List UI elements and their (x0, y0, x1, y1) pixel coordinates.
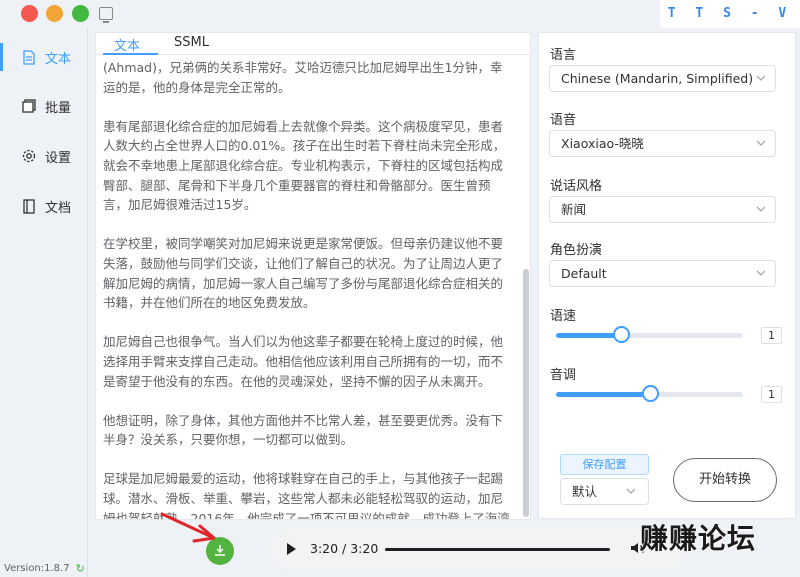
rate-input[interactable]: 1 (761, 327, 782, 344)
red-arrow-annotation (160, 512, 216, 543)
version-label: Version:1.8.7 (4, 563, 70, 574)
playback-progress[interactable] (385, 548, 610, 551)
editor-panel: 文本 SSML (Ahmad)，兄弟俩的关系非常好。艾哈迈德只比加尼姆早出生1分… (95, 32, 531, 520)
rate-slider[interactable] (556, 326, 743, 343)
active-tab-indicator (103, 53, 158, 55)
gear-icon (22, 149, 36, 163)
sidebar-item-settings[interactable]: 设置 (0, 136, 88, 176)
sidebar-item-batch[interactable]: 批量 (0, 86, 88, 126)
voice-select[interactable]: Xiaoxiao-晓晓 (549, 130, 776, 157)
text-input-area[interactable]: (Ahmad)，兄弟俩的关系非常好。艾哈迈德只比加尼姆早出生1分钟，幸运的是，他… (96, 56, 524, 519)
rate-slider-thumb[interactable] (613, 326, 631, 343)
paragraph: 加尼姆自己也很争气。当人们以为他这辈子都要在轮椅上度过的时候，他选择用手臂来支撑… (103, 334, 504, 389)
paragraph: 患有尾部退化综合症的加尼姆看上去就像个异类。这个病极度罕见，患者人数大约占全世界… (103, 118, 506, 213)
sidebar-item-text[interactable]: 文本 (0, 37, 88, 77)
version-info: Version:1.8.7 ↻ (4, 562, 85, 575)
preset-select[interactable]: 默认 (560, 478, 649, 505)
sidebar-item-label: 文档 (45, 200, 72, 216)
monitor-icon[interactable] (99, 7, 113, 23)
refresh-icon[interactable]: ↻ (76, 562, 85, 575)
style-label: 说话风格 (550, 179, 603, 194)
voice-label: 语音 (550, 113, 577, 128)
chevron-down-icon (756, 270, 766, 276)
pitch-slider-thumb[interactable] (641, 385, 659, 402)
batch-icon (22, 99, 36, 113)
text-scrollbar[interactable] (523, 269, 529, 517)
preset-value: 默认 (572, 484, 598, 499)
paragraph: (Ahmad)，兄弟俩的关系非常好。艾哈迈德只比加尼姆早出生1分钟，幸运的是，他… (103, 60, 503, 95)
chevron-down-icon (756, 206, 766, 212)
tab-text[interactable]: 文本 (114, 35, 140, 54)
style-select[interactable]: 新闻 (549, 196, 776, 223)
paragraph: 他想证明，除了身体，其他方面他并不比常人差，甚至要更优秀。没有下半身？没关系，只… (103, 412, 504, 448)
app-brand: T T S - V U E (660, 0, 800, 49)
rate-label: 语速 (550, 309, 577, 324)
style-value: 新闻 (561, 202, 587, 217)
language-value: Chinese (Mandarin, Simplified) (561, 71, 754, 86)
chevron-down-icon (626, 488, 636, 494)
role-value: Default (561, 266, 607, 281)
pitch-slider[interactable] (556, 385, 743, 402)
chevron-down-icon (756, 140, 766, 146)
sidebar: 文本 批量 设置 文档 Version:1.8.7 ↻ (0, 28, 88, 577)
role-select[interactable]: Default (549, 260, 776, 287)
sidebar-item-docs[interactable]: 文档 (0, 186, 88, 226)
language-label: 语言 (550, 48, 577, 63)
playback-time: 3:20 / 3:20 (310, 541, 379, 556)
language-select[interactable]: Chinese (Mandarin, Simplified) (549, 65, 776, 92)
watermark: 赚赚论坛 (640, 522, 757, 555)
maximize-window-button[interactable] (72, 5, 89, 22)
play-icon[interactable] (287, 543, 296, 555)
chevron-down-icon (756, 75, 766, 81)
tab-ssml[interactable]: SSML (174, 35, 209, 50)
pitch-input[interactable]: 1 (761, 386, 782, 403)
rate-slider-fill (556, 333, 622, 338)
editor-tabs: 文本 SSML (96, 33, 530, 55)
voice-value: Xiaoxiao-晓晓 (561, 136, 644, 151)
title-bar: T T S - V U E (0, 0, 800, 49)
sidebar-item-label: 设置 (45, 150, 72, 166)
role-label: 角色扮演 (550, 243, 603, 258)
settings-panel: 语言 Chinese (Mandarin, Simplified) 语音 Xia… (538, 32, 796, 519)
close-window-button[interactable] (21, 5, 38, 22)
sidebar-item-label: 文本 (45, 51, 72, 67)
start-convert-button[interactable]: 开始转换 (673, 458, 777, 502)
book-icon (23, 198, 35, 214)
document-icon (23, 49, 35, 65)
audio-player: 3:20 / 3:20 (268, 528, 688, 570)
minimize-window-button[interactable] (46, 5, 63, 22)
save-config-button[interactable]: 保存配置 (560, 454, 649, 475)
pitch-label: 音调 (550, 368, 577, 383)
sidebar-item-label: 批量 (45, 100, 72, 116)
paragraph: 在学校里，被同学嘲笑对加尼姆来说更是家常便饭。但母亲仍建议他不要失落，鼓励他与同… (103, 236, 504, 311)
pitch-slider-fill (556, 392, 650, 397)
